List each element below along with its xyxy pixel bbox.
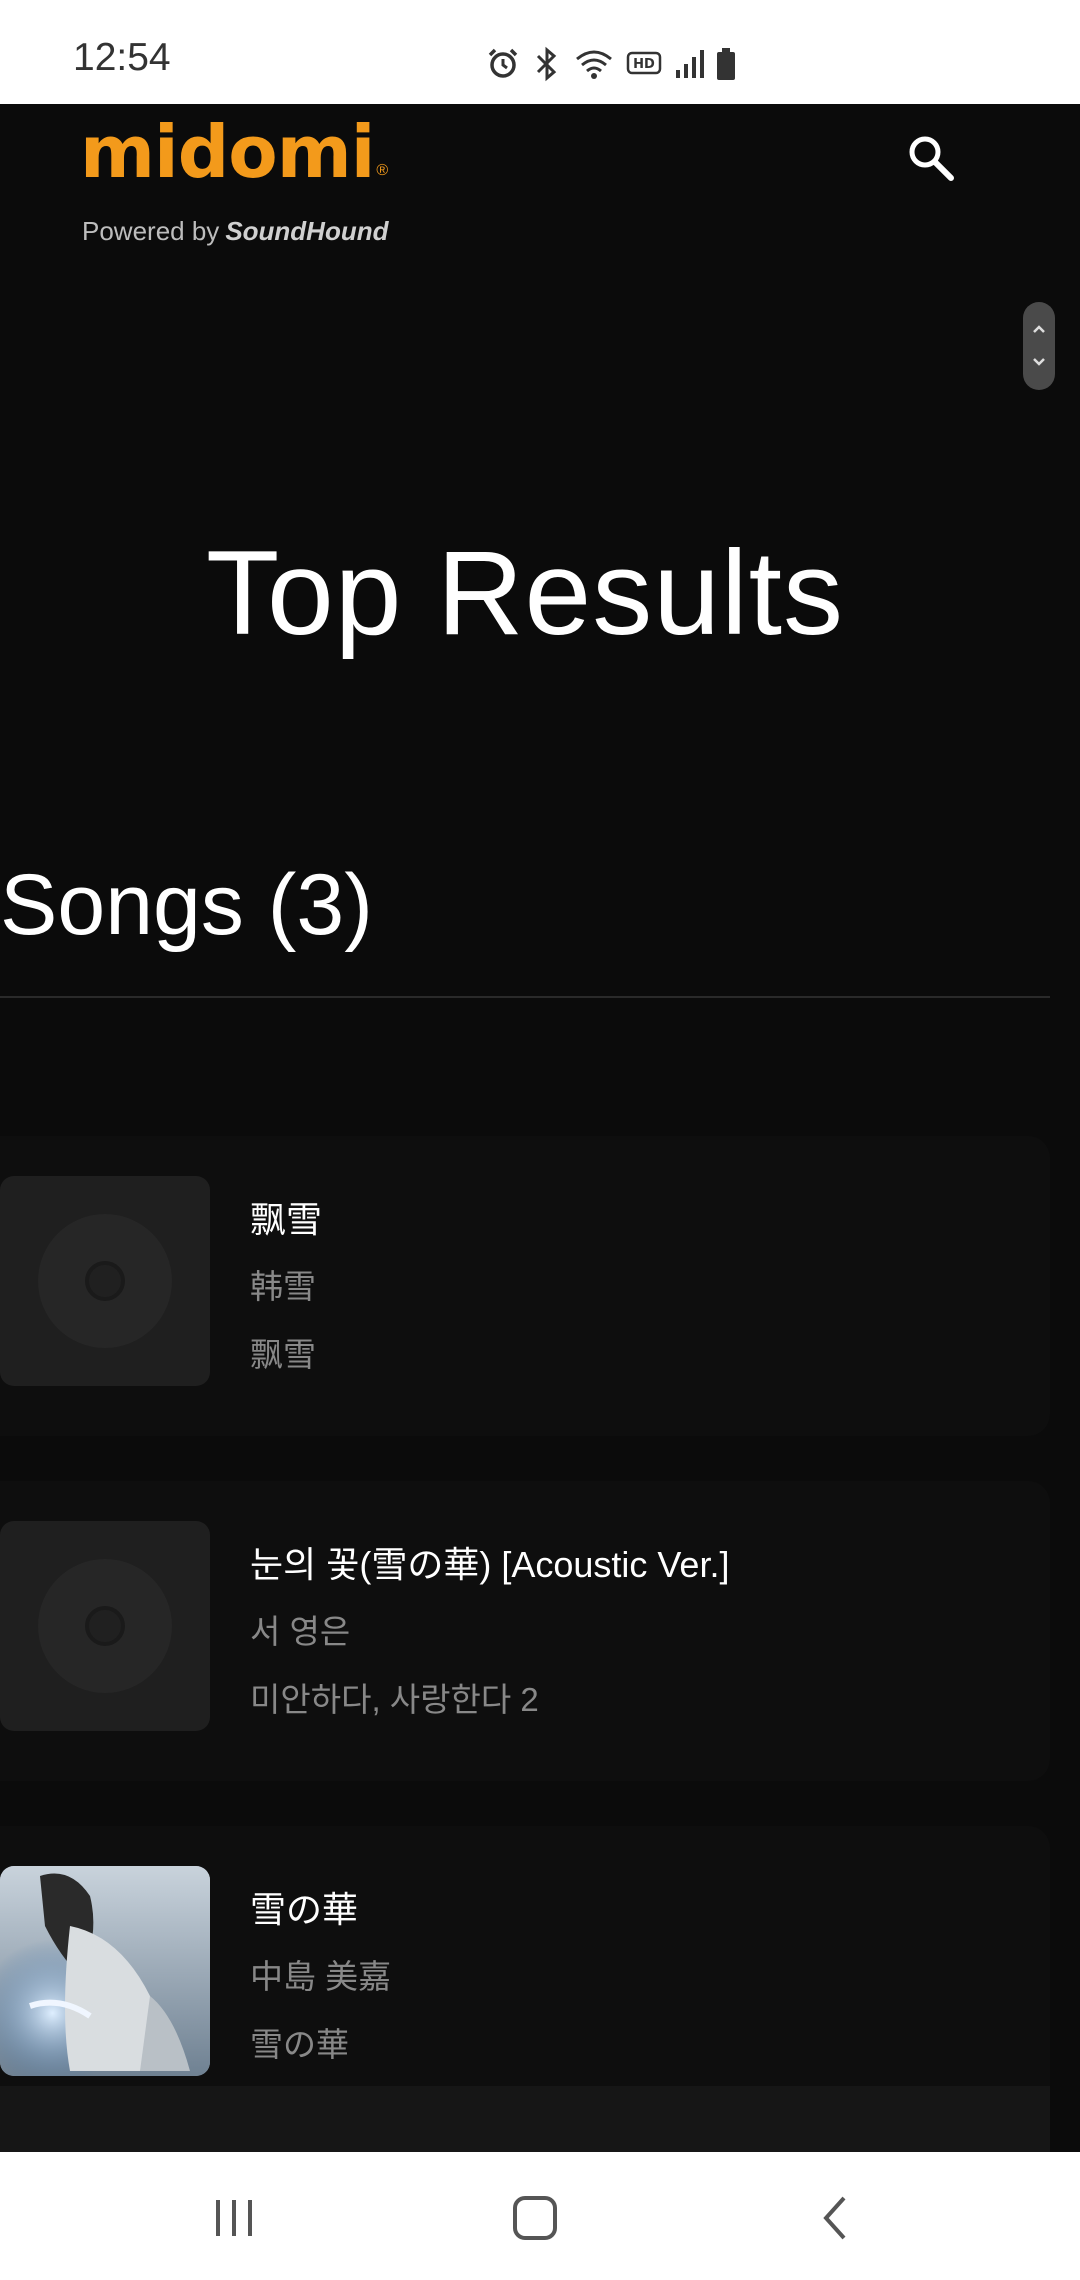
song-artist: 中島 美嘉 <box>250 1958 392 1995</box>
status-icons: HD <box>486 44 736 84</box>
bluetooth-icon <box>536 46 557 82</box>
recent-apps-button[interactable] <box>204 2188 264 2248</box>
home-icon <box>513 2196 557 2240</box>
status-bar: 12:54 HD <box>0 0 1080 104</box>
song-item[interactable]: 눈의 꽃(雪の華) [Acoustic Ver.] 서 영은 미안하다, 사랑한… <box>0 1481 1050 1781</box>
disc-placeholder-icon <box>38 1559 172 1693</box>
back-icon <box>823 2196 846 2240</box>
search-icon <box>909 136 954 181</box>
song-album: 飘雪 <box>250 1336 316 1373</box>
registered-mark: ® <box>376 162 389 179</box>
search-button[interactable] <box>905 132 957 184</box>
wifi-icon <box>576 50 612 79</box>
home-button[interactable] <box>505 2188 565 2248</box>
soundhound-brand: SoundHound <box>225 216 389 246</box>
divider <box>0 996 1050 998</box>
song-artwork <box>0 1176 210 1386</box>
song-artist: 서 영은 <box>250 1613 351 1650</box>
next-section-edge <box>0 2086 1050 2156</box>
app-content: midomi ® Powered by SoundHound Top Results… <box>0 104 1080 2156</box>
disc-placeholder-icon <box>38 1214 172 1348</box>
song-item[interactable]: 雪の華 中島 美嘉 雪の華 <box>0 1826 1050 2126</box>
back-button[interactable] <box>808 2188 868 2248</box>
song-item[interactable]: 飘雪 韩雪 飘雪 <box>0 1136 1050 1436</box>
navigation-bar <box>0 2152 1080 2280</box>
song-artist: 韩雪 <box>250 1268 316 1305</box>
song-title: 눈의 꽃(雪の華) [Acoustic Ver.] <box>250 1544 730 1585</box>
page-title: Top Results <box>206 526 844 660</box>
recent-apps-icon <box>216 2200 252 2236</box>
midomi-logo[interactable]: midomi ® Powered by SoundHound <box>80 110 389 246</box>
song-album: 미안하다, 사랑한다 2 <box>250 1681 539 1718</box>
song-album: 雪の華 <box>250 2026 349 2063</box>
song-artwork <box>0 1521 210 1731</box>
hd-icon: HD <box>626 51 662 75</box>
logo-tagline: Powered by SoundHound <box>82 216 389 247</box>
svg-text:HD: HD <box>633 57 655 72</box>
logo-wordmark: midomi <box>80 110 375 194</box>
songs-section-title: Songs (3) <box>0 857 373 953</box>
alarm-icon <box>488 48 518 78</box>
scroll-handle[interactable] <box>1023 302 1055 390</box>
song-title: 飘雪 <box>250 1199 323 1240</box>
song-title: 雪の華 <box>250 1889 359 1930</box>
chevron-up-down-icon <box>1033 325 1045 366</box>
battery-icon <box>717 48 735 80</box>
status-time: 12:54 <box>73 36 171 79</box>
powered-by-text: Powered by <box>82 216 220 246</box>
signal-icon <box>676 50 704 78</box>
album-photo <box>0 1866 210 2076</box>
album-photo-image <box>0 1866 210 2076</box>
